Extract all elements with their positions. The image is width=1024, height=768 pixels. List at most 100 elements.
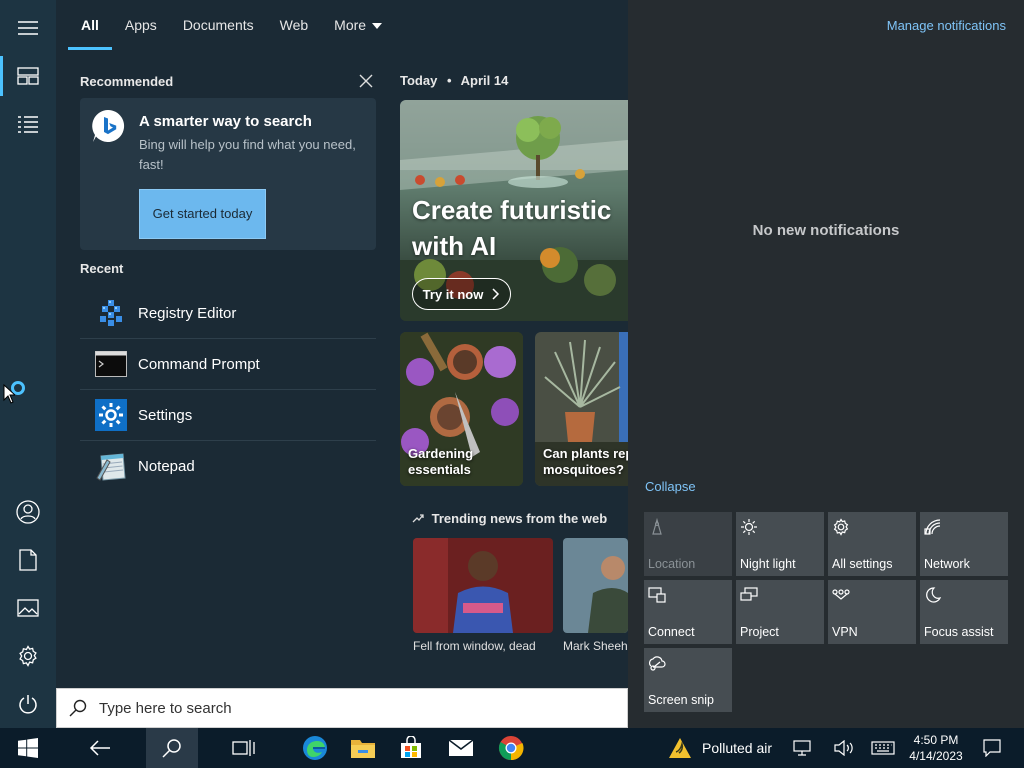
list-icon (18, 116, 38, 133)
quick-action-all-settings[interactable]: All settings (828, 512, 916, 576)
taskbar-search-box[interactable] (56, 688, 628, 728)
back-arrow-icon (89, 740, 110, 756)
try-it-now-button[interactable]: Try it now (412, 278, 511, 310)
power-icon (19, 695, 37, 714)
notepad-icon (94, 450, 128, 484)
chevron-down-icon (372, 23, 383, 30)
action-center: Manage notifications No new notification… (628, 0, 1024, 728)
settings-gear-icon (94, 398, 128, 432)
recommended-heading: Recommended (80, 74, 174, 89)
quick-action-connect[interactable]: Connect (644, 580, 732, 644)
tab-more[interactable]: More (321, 0, 395, 50)
close-recommended-button[interactable] (358, 73, 374, 89)
collapse-link[interactable]: Collapse (645, 479, 696, 494)
recent-item-command-prompt[interactable]: Command Prompt (80, 339, 376, 390)
weather-widget[interactable]: Polluted air (668, 728, 772, 768)
folder-icon (351, 740, 375, 758)
rail-pictures-button[interactable] (0, 584, 56, 632)
search-panel: All Apps Documents Web More Recommended … (56, 0, 628, 728)
back-button[interactable] (74, 728, 126, 768)
close-icon (359, 74, 373, 88)
windows-logo-icon (18, 738, 38, 758)
tile-caption: Gardening essentials (408, 446, 474, 477)
tab-apps[interactable]: Apps (112, 0, 170, 50)
picture-icon (17, 599, 39, 617)
task-view-button[interactable] (218, 728, 270, 768)
taskbar-chrome[interactable] (486, 728, 536, 768)
rail-home-button[interactable] (0, 52, 56, 100)
trending-heading: Trending news from the web (412, 511, 607, 526)
taskbar: Polluted air 4:50 PM 4/14/2023 (0, 728, 1024, 768)
rail-documents-button[interactable] (0, 536, 56, 584)
bing-logo-icon (90, 108, 126, 144)
tile-caption: Can plants rep mosquitoes? (543, 446, 628, 477)
store-icon (401, 736, 421, 758)
keyboard-tray-button[interactable] (866, 728, 900, 768)
mouse-cursor-icon (3, 384, 15, 404)
tab-web[interactable]: Web (267, 0, 322, 50)
taskbar-search-button[interactable] (146, 728, 198, 768)
recent-item-settings[interactable]: Settings (80, 390, 376, 441)
hamburger-menu-button[interactable] (0, 4, 56, 52)
search-icon (69, 699, 87, 717)
gear-icon (19, 645, 37, 667)
action-center-button[interactable] (976, 728, 1008, 768)
news-caption: Fell from window, dead (413, 639, 536, 653)
command-prompt-icon (94, 347, 128, 381)
network-tray-button[interactable] (786, 728, 818, 768)
quick-action-focus-assist[interactable]: Focus assist (920, 580, 1008, 644)
rail-settings-button[interactable] (0, 632, 56, 680)
quick-action-night-light[interactable]: Night light (736, 512, 824, 576)
keyboard-icon (871, 741, 895, 755)
tile-gardening[interactable]: Gardening essentials (400, 332, 523, 486)
settings-icon (833, 518, 849, 536)
tab-documents[interactable]: Documents (170, 0, 267, 50)
trending-arrow-icon (412, 514, 424, 523)
rail-power-button[interactable] (0, 680, 56, 728)
taskbar-file-explorer[interactable] (338, 728, 388, 768)
taskbar-store[interactable] (386, 728, 436, 768)
task-view-icon (232, 740, 255, 756)
recent-item-registry-editor[interactable]: Registry Editor (80, 288, 376, 339)
hero-card[interactable]: Create futuristic with AI Try it now (400, 100, 628, 321)
volume-icon (834, 740, 853, 756)
recent-item-notepad[interactable]: Notepad (80, 441, 376, 492)
search-tabs: All Apps Documents Web More (68, 0, 395, 50)
tab-all[interactable]: All (68, 0, 112, 50)
tile-mosquito-plants[interactable]: Can plants rep mosquitoes? (535, 332, 628, 486)
bing-recommendation-card: A smarter way to search Bing will help y… (80, 98, 376, 250)
home-grid-icon (17, 67, 39, 85)
air-quality-warning-icon (669, 738, 691, 758)
recommendation-title: A smarter way to search (139, 113, 312, 130)
hamburger-icon (18, 21, 38, 35)
network-ethernet-icon (793, 740, 811, 756)
notification-icon (983, 739, 1001, 757)
connect-icon (648, 587, 666, 603)
quick-action-network[interactable]: Network (920, 512, 1008, 576)
quick-action-screen-snip[interactable]: Screen snip (644, 648, 732, 712)
taskbar-clock[interactable]: 4:50 PM 4/14/2023 (904, 732, 968, 764)
chevron-right-icon (492, 288, 500, 300)
edge-browser-icon (303, 736, 327, 760)
left-rail (0, 0, 56, 728)
news-item-1[interactable]: Fell from window, dead (413, 538, 553, 653)
news-item-2[interactable]: Mark Sheeha (563, 538, 628, 653)
quick-action-vpn[interactable]: VPN (828, 580, 916, 644)
search-icon (162, 739, 181, 758)
taskbar-mail[interactable] (436, 728, 486, 768)
manage-notifications-link[interactable]: Manage notifications (887, 18, 1006, 33)
taskbar-edge[interactable] (290, 728, 340, 768)
vpn-icon (832, 589, 850, 600)
search-input[interactable] (99, 699, 599, 717)
news-caption: Mark Sheeha (563, 639, 628, 653)
hero-title: Create futuristic with AI (412, 195, 612, 261)
quick-action-location[interactable]: Location (644, 512, 732, 576)
quick-action-project[interactable]: Project (736, 580, 824, 644)
volume-tray-button[interactable] (828, 728, 860, 768)
start-button[interactable] (0, 728, 56, 768)
recent-heading: Recent (80, 261, 124, 276)
rail-list-button[interactable] (0, 100, 56, 148)
rail-account-button[interactable] (0, 488, 56, 536)
get-started-button[interactable]: Get started today (139, 189, 266, 239)
account-icon (16, 500, 40, 524)
